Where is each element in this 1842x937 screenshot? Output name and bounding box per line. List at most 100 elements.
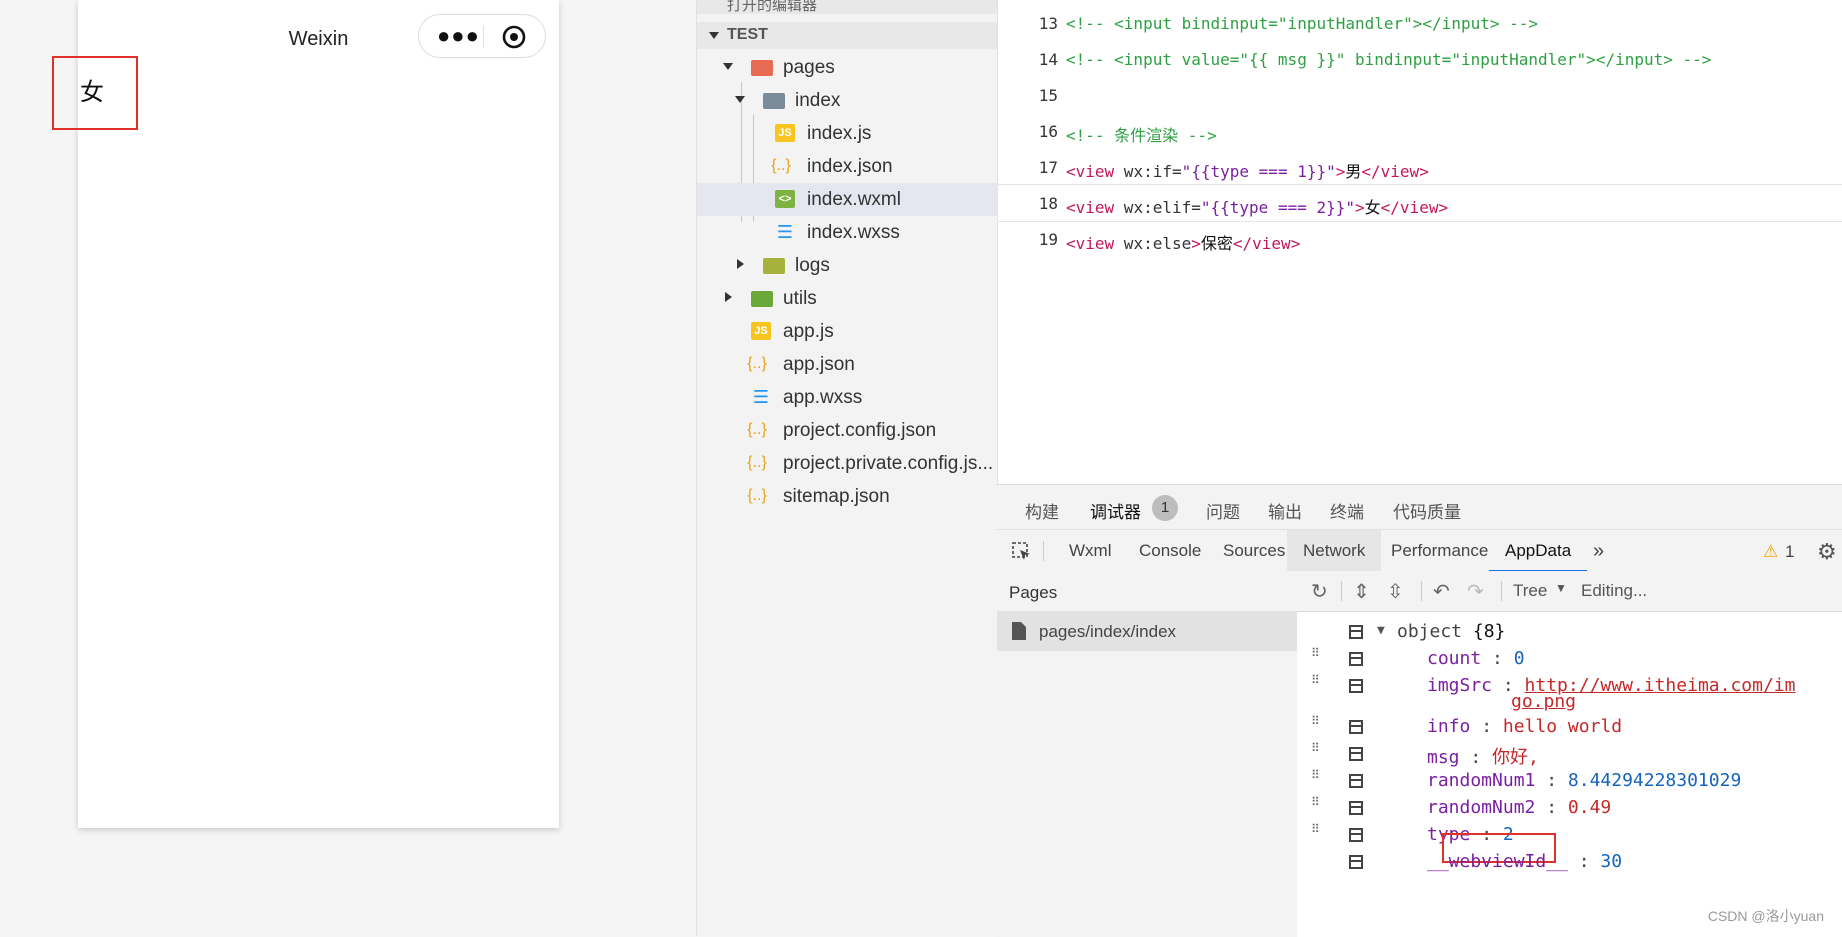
pages-list-panel: Pages pages/index/index [997,571,1298,937]
appdata-toolbar: ↻ ⇕ ⇳ ↶ ↷ Tree ▼ Editing... [1297,571,1842,612]
expand-caret-icon [735,96,745,103]
tab-build[interactable]: 构建 [1025,498,1059,523]
tree-item-index-folder[interactable]: index [697,84,997,117]
devtab-wxml[interactable]: Wxml [1053,530,1127,572]
debug-panel: 构建 调试器 1 问题 输出 终端 代码质量 Wxml Console Sour… [997,484,1842,937]
page-list-item[interactable]: pages/index/index [997,611,1297,651]
devtab-console[interactable]: Console [1123,530,1217,572]
render-highlight-box: 女 [52,56,138,130]
watermark: CSDN @洛小yuan [1707,908,1824,924]
tree-item-index-json[interactable]: {..} index.json [697,150,997,183]
devtab-performance[interactable]: Performance [1375,530,1504,572]
code-line[interactable]: 17 <view wx:if="{{type === 1}}">男</view> [998,149,1842,185]
tree-item-pages[interactable]: pages [697,51,997,84]
redo-icon[interactable]: ↷ [1467,579,1484,604]
node-checkbox[interactable] [1349,720,1363,734]
tree-item-app-json[interactable]: {..} app.json [697,348,997,381]
tree-item-index-wxss[interactable]: ☰ index.wxss [697,216,997,249]
collapse-all-icon[interactable]: ⇳ [1387,579,1404,604]
node-checkbox[interactable] [1349,652,1363,666]
folder-green-icon [751,291,773,307]
json-file-icon: {..} [747,487,767,504]
expand-caret-icon[interactable]: ▼ [1377,623,1385,638]
inspect-element-icon[interactable] [1011,541,1033,563]
file-explorer: 打开的编辑器 TEST pages index JS index.js {..}… [696,0,997,936]
tree-item-logs[interactable]: logs [697,249,997,282]
open-editors-header[interactable]: 打开的编辑器 [697,0,997,14]
capsule-divider [483,26,484,48]
editing-status: Editing... [1581,581,1648,600]
tree-item-utils[interactable]: utils [697,282,997,315]
view-mode-select[interactable]: Tree [1513,581,1547,601]
devtools-tab-bar: Wxml Console Sources Network Performance… [997,529,1842,573]
data-row-webviewid[interactable]: __webviewId__ : 30 [1297,847,1842,879]
drag-handle-icon[interactable]: ⠿ [1311,674,1323,697]
json-file-icon: {..} [771,157,791,174]
simulator-pane: Weixin ●●● 女 [0,0,696,936]
tree-item-index-wxml[interactable]: <> index.wxml [697,183,997,216]
expand-all-icon[interactable]: ⇕ [1353,579,1370,604]
more-dots-icon[interactable]: ●●● [437,25,480,47]
pages-header: Pages [997,571,1297,612]
tab-problems[interactable]: 问题 [1206,498,1240,523]
appdata-panel: ↻ ⇕ ⇳ ↶ ↷ Tree ▼ Editing... ▼ object {8}… [1297,571,1842,937]
node-checkbox[interactable] [1349,625,1363,639]
more-tabs-button[interactable]: » [1577,530,1620,572]
drag-handle-icon[interactable]: ⠿ [1311,823,1323,846]
tree-item-app-js[interactable]: JS app.js [697,315,997,348]
code-line[interactable]: 14 <!-- <input value="{{ msg }}" bindinp… [998,41,1842,77]
wxss-file-icon: ☰ [776,222,794,242]
undo-icon[interactable]: ↶ [1433,579,1450,604]
code-line[interactable]: 15 [998,77,1842,113]
mini-program-capsule[interactable]: ●●● [418,14,546,58]
drag-handle-icon[interactable]: ⠿ [1311,715,1323,738]
code-line[interactable]: 13 <!-- <input bindinput="inputHandler">… [998,5,1842,41]
close-target-icon[interactable] [501,24,527,50]
drag-handle-icon[interactable]: ⠿ [1311,647,1323,670]
devtab-network[interactable]: Network [1287,530,1382,572]
wxml-file-icon: <> [775,190,795,208]
tree-item-sitemap[interactable]: {..} sitemap.json [697,480,997,513]
data-row-imgsrc[interactable]: ⠿ imgSrc : http://www.itheima.com/im go.… [1297,671,1842,713]
tab-output[interactable]: 输出 [1268,498,1302,523]
drag-handle-icon[interactable]: ⠿ [1311,796,1323,819]
wxss-file-icon: ☰ [752,387,770,407]
tree-item-project-config[interactable]: {..} project.config.json [697,414,997,447]
project-header[interactable]: TEST [697,22,997,49]
collapsed-caret-icon [725,292,732,302]
node-checkbox[interactable] [1349,801,1363,815]
code-line-active[interactable]: 18 <view wx:elif="{{type === 2}}">女</vie… [997,184,1842,222]
refresh-icon[interactable]: ↻ [1311,579,1328,604]
folder-olive-icon [763,258,785,274]
file-icon [1012,622,1026,640]
tree-item-project-private-config[interactable]: {..} project.private.config.js... [697,447,997,480]
tab-code-quality[interactable]: 代码质量 [1393,498,1461,523]
expand-caret-icon [723,63,733,70]
code-line[interactable]: 16 <!-- 条件渲染 --> [998,113,1842,149]
warning-icon[interactable]: ⚠ [1763,542,1778,562]
collapsed-caret-icon [737,259,744,269]
bottom-tab-bar: 构建 调试器 1 问题 输出 终端 代码质量 [997,485,1842,533]
code-editor[interactable]: 13 <!-- <input bindinput="inputHandler">… [997,0,1842,484]
chevron-down-icon[interactable]: ▼ [1555,581,1567,595]
tree-item-app-wxss[interactable]: ☰ app.wxss [697,381,997,414]
json-file-icon: {..} [747,421,767,438]
debugger-badge: 1 [1152,495,1178,521]
drag-handle-icon[interactable]: ⠿ [1311,742,1323,765]
tree-item-index-js[interactable]: JS index.js [697,117,997,150]
node-checkbox[interactable] [1349,774,1363,788]
json-file-icon: {..} [747,355,767,372]
rendered-view-text: 女 [80,79,104,106]
js-file-icon: JS [775,124,795,142]
node-checkbox[interactable] [1349,855,1363,869]
settings-gear-icon[interactable]: ⚙ [1817,539,1837,565]
folder-red-icon [751,60,773,76]
node-checkbox[interactable] [1349,679,1363,693]
tab-debugger[interactable]: 调试器 [1090,498,1141,533]
code-line[interactable]: 19 <view wx:else>保密</view> [998,221,1842,257]
node-checkbox[interactable] [1349,828,1363,842]
devtab-appdata[interactable]: AppData [1489,530,1588,572]
node-checkbox[interactable] [1349,747,1363,761]
drag-handle-icon[interactable]: ⠿ [1311,769,1323,792]
tab-terminal[interactable]: 终端 [1330,498,1364,523]
